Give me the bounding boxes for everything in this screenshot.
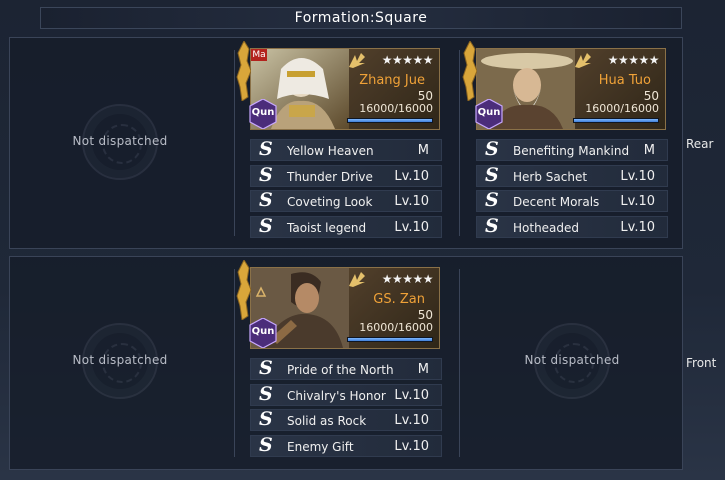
- skill-name: Hotheaded: [513, 220, 580, 235]
- skill-level: Lv.10: [394, 194, 429, 210]
- skill-tier-icon: S: [259, 408, 273, 431]
- star-rating: ★★★★★: [381, 272, 434, 286]
- hero-level: 50: [417, 308, 433, 322]
- hero-name: Zhang Jue: [359, 73, 425, 88]
- hp-bar: [573, 118, 659, 123]
- skill-name: Yellow Heaven: [287, 144, 374, 158]
- hero-hp: 16000/16000: [585, 102, 659, 115]
- skill-row[interactable]: S Decent Morals Lv.10: [476, 189, 668, 213]
- faction-badge: Qun: [475, 99, 503, 129]
- empty-slot-front-left[interactable]: Not dispatched: [10, 271, 230, 451]
- skill-row[interactable]: S Coveting Look Lv.10: [250, 189, 442, 213]
- hp-bar-fill: [348, 338, 432, 341]
- skill-name: Decent Morals: [513, 195, 600, 210]
- skill-tier-icon: S: [485, 138, 499, 160]
- skill-level: M: [417, 362, 429, 377]
- skill-name: Taoist legend: [287, 220, 367, 235]
- skill-list: S Benefiting Mankind M S Herb Sachet Lv.10 S…: [476, 138, 668, 241]
- skill-tier-icon: S: [485, 163, 499, 186]
- faction-label: Qun: [251, 107, 275, 118]
- skill-tier-icon: S: [259, 189, 273, 212]
- skill-row[interactable]: S Thunder Drive Lv.10: [250, 163, 442, 187]
- skill-row[interactable]: S Benefiting Mankind M: [476, 138, 668, 161]
- skill-tier-icon: S: [485, 214, 499, 237]
- hero-card[interactable]: Qun ★★★★★ Hua Tuo 50 16000/16000: [462, 39, 666, 130]
- skill-level: Lv.10: [394, 413, 429, 429]
- empty-slot-front-right[interactable]: Not dispatched: [462, 271, 682, 451]
- skill-level: Lv.10: [620, 219, 655, 235]
- skill-level: Lv.10: [394, 387, 429, 403]
- rear-row-label: Rear: [686, 137, 714, 151]
- skill-tier-icon: S: [485, 189, 499, 212]
- skill-name: Enemy Gift: [287, 439, 354, 454]
- rear-row: Not dispatched Ma Qun ★★★★★ Zhang Jue 50…: [9, 37, 683, 249]
- formation-title: Formation:Square: [40, 7, 682, 29]
- wing-icon: [347, 270, 367, 288]
- tier-mark-icon: [255, 286, 267, 301]
- not-dispatched-label: Not dispatched: [72, 134, 168, 148]
- hero-card[interactable]: Ma Qun ★★★★★ Zhang Jue 50 16000/16000: [236, 39, 440, 130]
- skill-name: Solid as Rock: [287, 414, 367, 429]
- skill-row[interactable]: S Chivalry's Honor Lv.10: [250, 382, 442, 406]
- skill-tier-icon: S: [259, 214, 273, 237]
- star-rating: ★★★★★: [607, 53, 660, 67]
- skill-name: Pride of the North: [287, 363, 394, 377]
- skill-tier-icon: S: [259, 357, 273, 379]
- skill-level: Lv.10: [394, 168, 429, 184]
- skill-row[interactable]: S Solid as Rock Lv.10: [250, 408, 442, 432]
- skill-name: Coveting Look: [287, 195, 373, 210]
- slot-divider: [459, 269, 460, 457]
- hp-bar-fill: [348, 119, 432, 122]
- skill-level: Lv.10: [394, 438, 429, 454]
- skill-row[interactable]: S Pride of the North M: [250, 357, 442, 380]
- hp-bar: [347, 337, 433, 342]
- skill-row[interactable]: S Yellow Heaven M: [250, 138, 442, 161]
- skill-name: Benefiting Mankind: [513, 144, 630, 158]
- skill-row[interactable]: S Taoist legend Lv.10: [250, 214, 442, 238]
- not-dispatched-label: Not dispatched: [72, 353, 168, 367]
- hero-hp: 16000/16000: [359, 102, 433, 115]
- faction-badge: Qun: [249, 318, 277, 348]
- skill-level: M: [417, 143, 429, 158]
- faction-label: Qun: [477, 107, 501, 118]
- hero-card[interactable]: Qun ★★★★★ GS. Zan 50 16000/16000: [236, 258, 440, 349]
- skill-tier-icon: S: [259, 138, 273, 160]
- skill-row[interactable]: S Herb Sachet Lv.10: [476, 163, 668, 187]
- front-row: Not dispatched Qun ★★★★★ GS. Zan 50 1600…: [9, 256, 683, 470]
- faction-badge: Qun: [249, 99, 277, 129]
- hero-name: Hua Tuo: [598, 73, 651, 88]
- wing-icon: [573, 51, 593, 69]
- skill-tier-icon: S: [259, 163, 273, 186]
- skill-name: Thunder Drive: [287, 169, 373, 184]
- hp-bar-fill: [574, 119, 658, 122]
- slot-divider: [459, 50, 460, 236]
- not-dispatched-label: Not dispatched: [524, 353, 620, 367]
- hero-level: 50: [643, 89, 659, 103]
- skill-row[interactable]: S Enemy Gift Lv.10: [250, 433, 442, 457]
- skill-tier-icon: S: [259, 382, 273, 405]
- skill-name: Herb Sachet: [513, 169, 588, 184]
- star-rating: ★★★★★: [381, 53, 434, 67]
- hero-level: 50: [417, 89, 433, 103]
- skill-tier-icon: S: [259, 433, 273, 456]
- skill-list: S Yellow Heaven M S Thunder Drive Lv.10 S Cov…: [250, 138, 442, 241]
- skill-level: Lv.10: [394, 219, 429, 235]
- skill-level: M: [643, 143, 655, 158]
- skill-list: S Pride of the North M S Chivalry's Honor Lv…: [250, 357, 442, 460]
- hero-tag: Ma: [251, 49, 267, 61]
- hero-hp: 16000/16000: [359, 321, 433, 334]
- hero-name: GS. Zan: [373, 292, 425, 307]
- hp-bar: [347, 118, 433, 123]
- skill-name: Chivalry's Honor: [287, 388, 386, 403]
- front-row-label: Front: [686, 356, 717, 370]
- empty-slot-rear-left[interactable]: Not dispatched: [10, 52, 230, 232]
- skill-row[interactable]: S Hotheaded Lv.10: [476, 214, 668, 238]
- wing-icon: [347, 51, 367, 69]
- faction-label: Qun: [251, 326, 275, 337]
- skill-level: Lv.10: [620, 168, 655, 184]
- skill-level: Lv.10: [620, 194, 655, 210]
